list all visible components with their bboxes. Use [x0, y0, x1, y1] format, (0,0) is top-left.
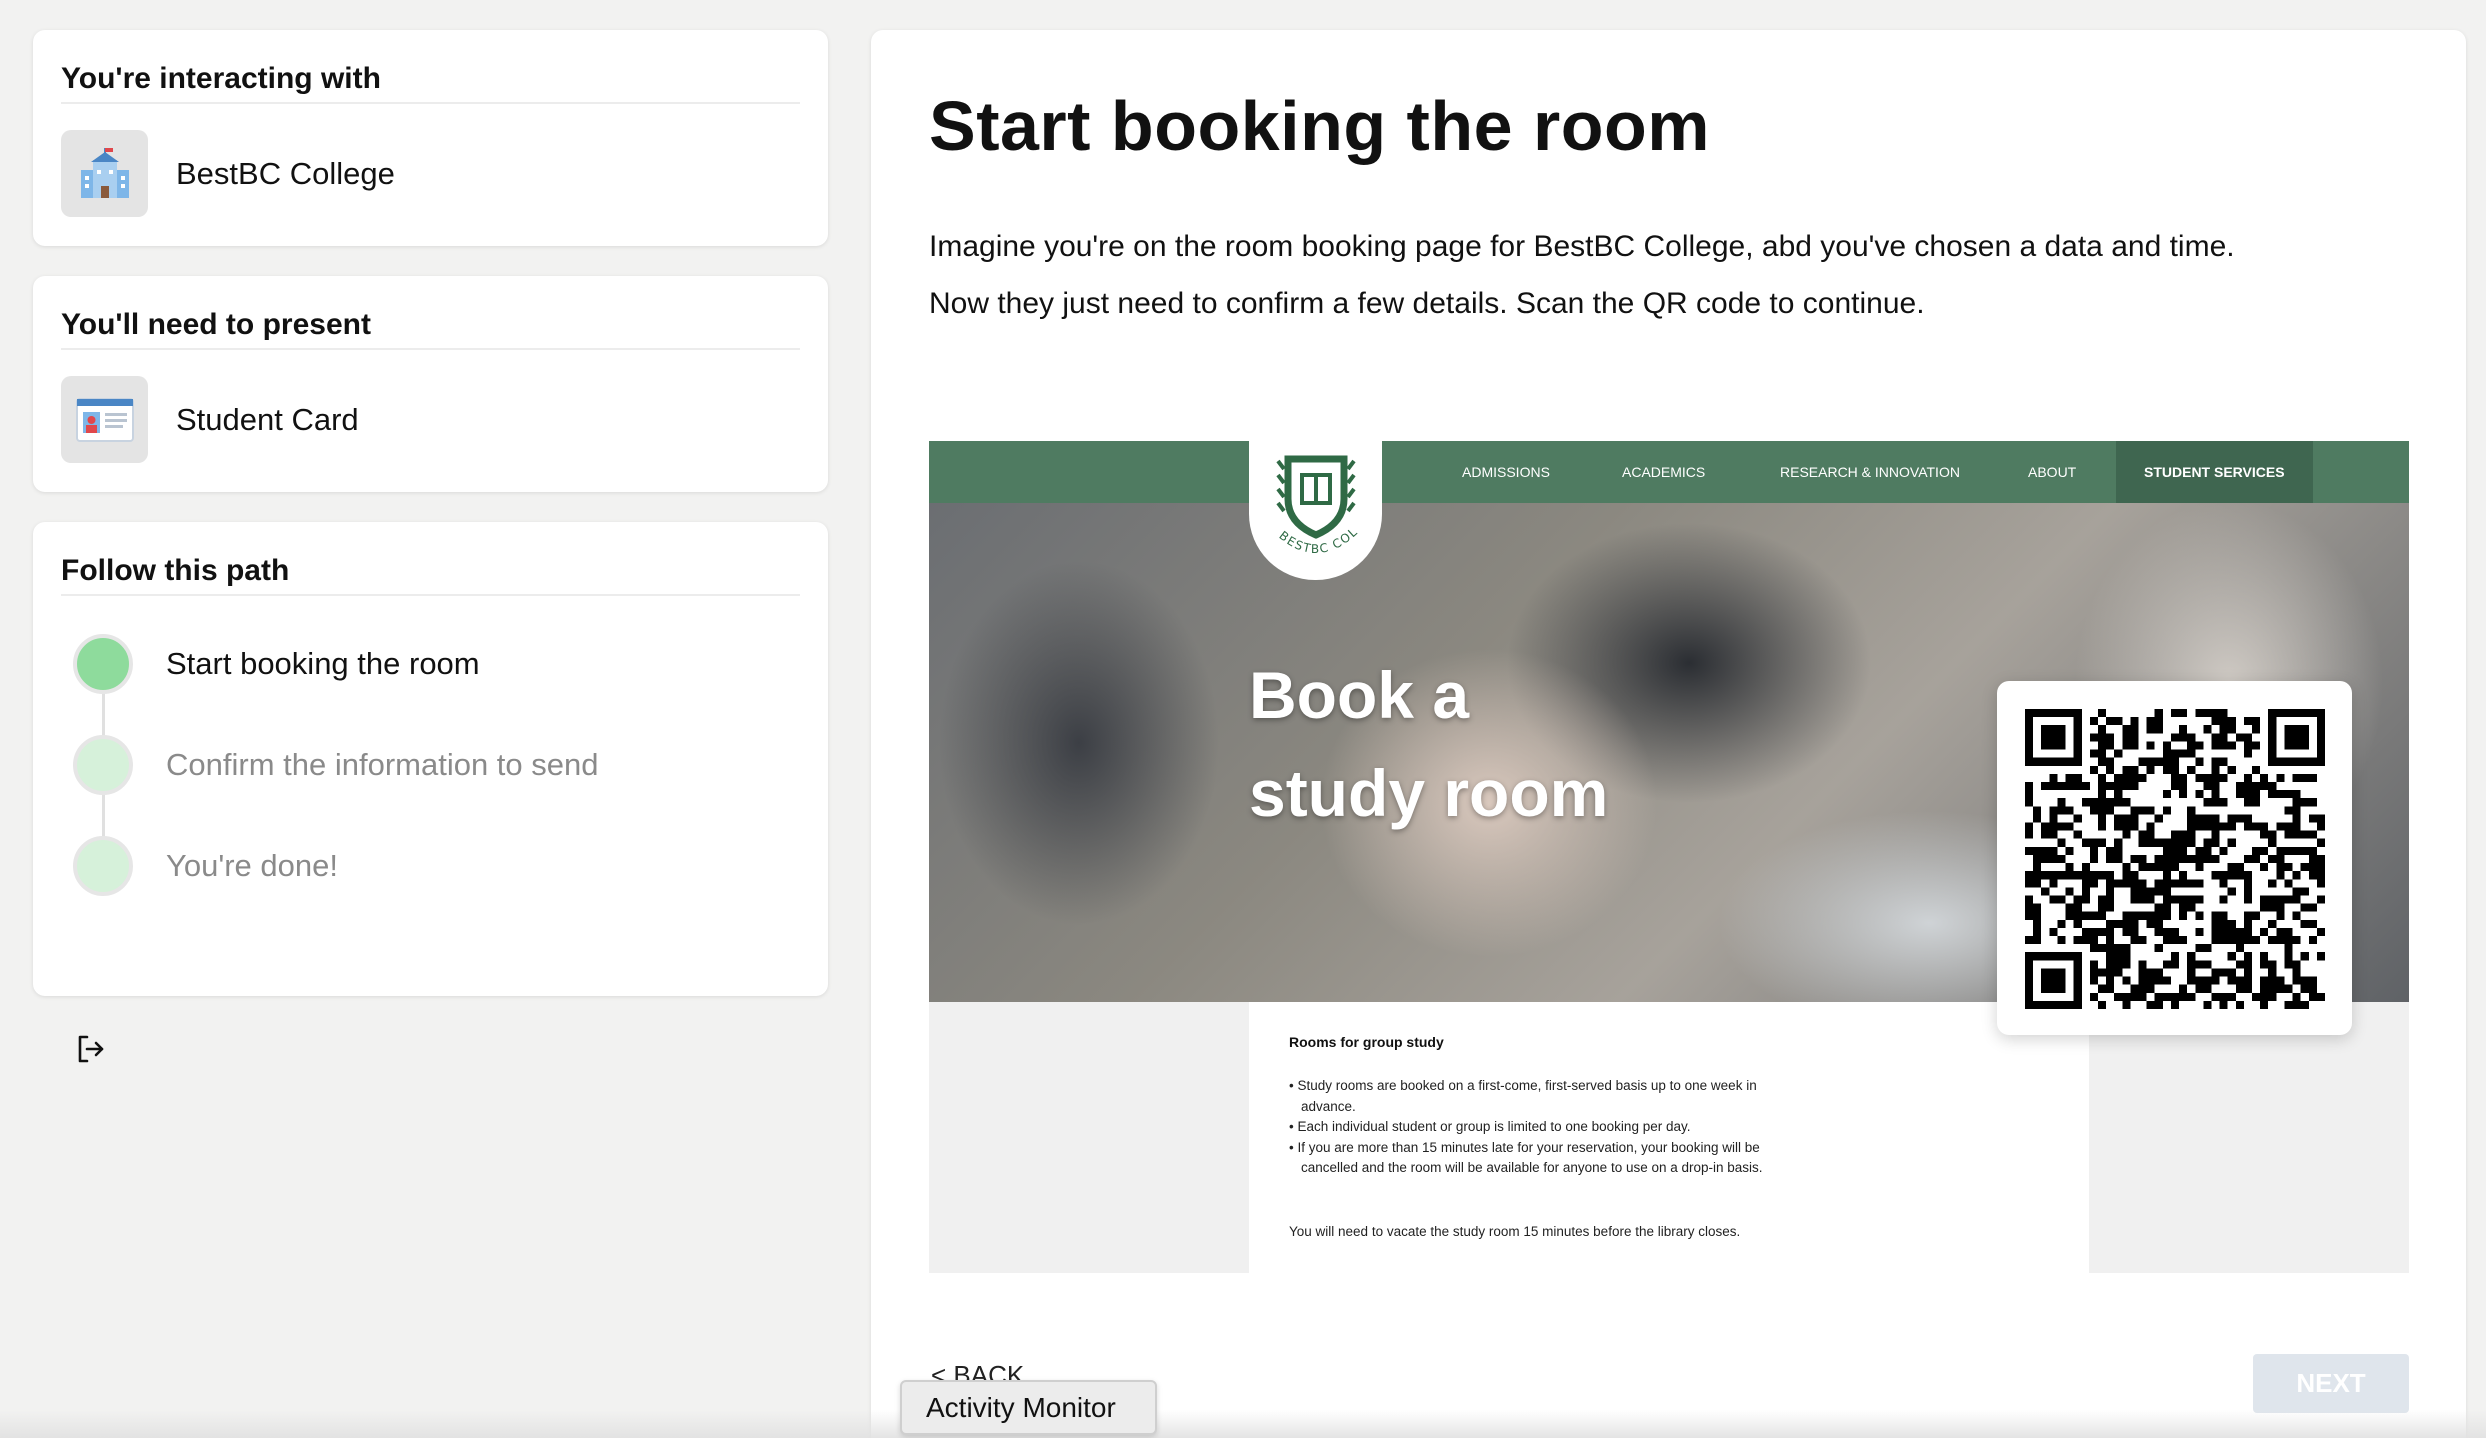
step-label: Start booking the room	[166, 646, 480, 681]
present-title: You'll need to present	[61, 308, 371, 341]
window-edge	[0, 1410, 2486, 1438]
divider	[61, 348, 800, 350]
main-panel: Start booking the room Imagine you're on…	[871, 30, 2466, 1438]
rule-item: If you are more than 15 minutes late for…	[1289, 1138, 1769, 1179]
description-line: Imagine you're on the room booking page …	[929, 230, 2235, 263]
interacting-title: You're interacting with	[61, 62, 381, 95]
hero-title: Book a study room	[1249, 646, 1608, 842]
id-card-icon	[61, 376, 148, 463]
rules-note: You will need to vacate the study room 1…	[1289, 1224, 1741, 1239]
present-card: You'll need to present Student Card	[33, 276, 828, 492]
booking-page-preview: Book a study room ADMISSIONS ACADEMICS R…	[929, 441, 2409, 1273]
step-indicator-pending	[73, 735, 133, 795]
nav-about[interactable]: ABOUT	[2028, 441, 2076, 503]
step-confirm-information: Confirm the information to send	[73, 735, 599, 795]
interacting-name: BestBC College	[176, 155, 395, 191]
qr-code[interactable]	[2025, 709, 2325, 1009]
step-indicator-pending	[73, 836, 133, 896]
hero-title-line: study room	[1249, 756, 1609, 830]
step-label: You're done!	[166, 848, 338, 883]
present-entity: Student Card	[61, 376, 359, 463]
dock-tooltip: Activity Monitor	[900, 1380, 1157, 1435]
interacting-card: You're interacting with BestBC College	[33, 30, 828, 246]
rule-item: Study rooms are booked on a first-come, …	[1289, 1076, 1769, 1117]
college-logo: BESTBC COLLEGE	[1249, 441, 1382, 580]
room-rules-section: Rooms for group study Study rooms are bo…	[1249, 1002, 2089, 1273]
site-nav: ADMISSIONS ACADEMICS RESEARCH & INNOVATI…	[929, 441, 2409, 503]
logout-icon[interactable]	[74, 1032, 108, 1066]
page-title: Start booking the room	[929, 87, 1710, 165]
step-done: You're done!	[73, 836, 338, 896]
rules-list: Study rooms are booked on a first-come, …	[1289, 1076, 1769, 1179]
path-card: Follow this path Start booking the room …	[33, 522, 828, 996]
school-building-icon	[61, 130, 148, 217]
qr-code-card	[1997, 681, 2352, 1035]
nav-academics[interactable]: ACADEMICS	[1622, 441, 1705, 503]
nav-admissions[interactable]: ADMISSIONS	[1462, 441, 1550, 503]
nav-student-services[interactable]: STUDENT SERVICES	[2116, 441, 2313, 503]
divider	[61, 102, 800, 104]
step-start-booking: Start booking the room	[73, 634, 480, 694]
rule-item: Each individual student or group is limi…	[1289, 1117, 1769, 1138]
divider	[61, 594, 800, 596]
rules-heading: Rooms for group study	[1289, 1034, 1444, 1050]
next-button[interactable]: NEXT	[2253, 1354, 2409, 1413]
step-label: Confirm the information to send	[166, 747, 599, 782]
interacting-entity: BestBC College	[61, 130, 395, 217]
path-title: Follow this path	[61, 554, 290, 587]
hero-title-line: Book a	[1249, 658, 1470, 732]
step-indicator-active	[73, 634, 133, 694]
nav-research[interactable]: RESEARCH & INNOVATION	[1780, 441, 1960, 503]
description-line: Now they just need to confirm a few deta…	[929, 287, 1925, 320]
present-name: Student Card	[176, 401, 359, 437]
page-description: Imagine you're on the room booking page …	[929, 218, 2429, 332]
